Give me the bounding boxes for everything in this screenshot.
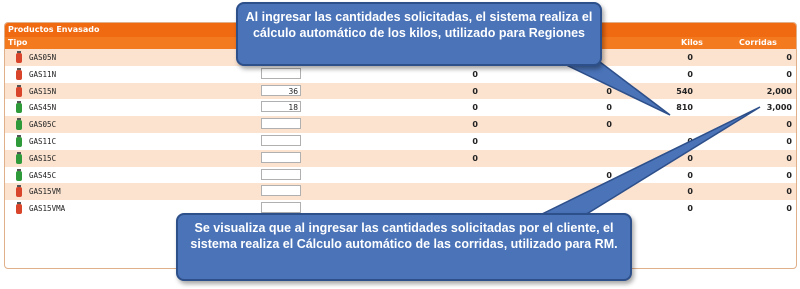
top-callout-pointer (559, 61, 671, 116)
callout-kilos: Al ingresar las cantidades solicitadas, … (236, 2, 602, 66)
callout-corridas: Se visualiza que al ingresar las cantida… (176, 213, 632, 281)
bottom-callout-pointer (539, 106, 761, 216)
